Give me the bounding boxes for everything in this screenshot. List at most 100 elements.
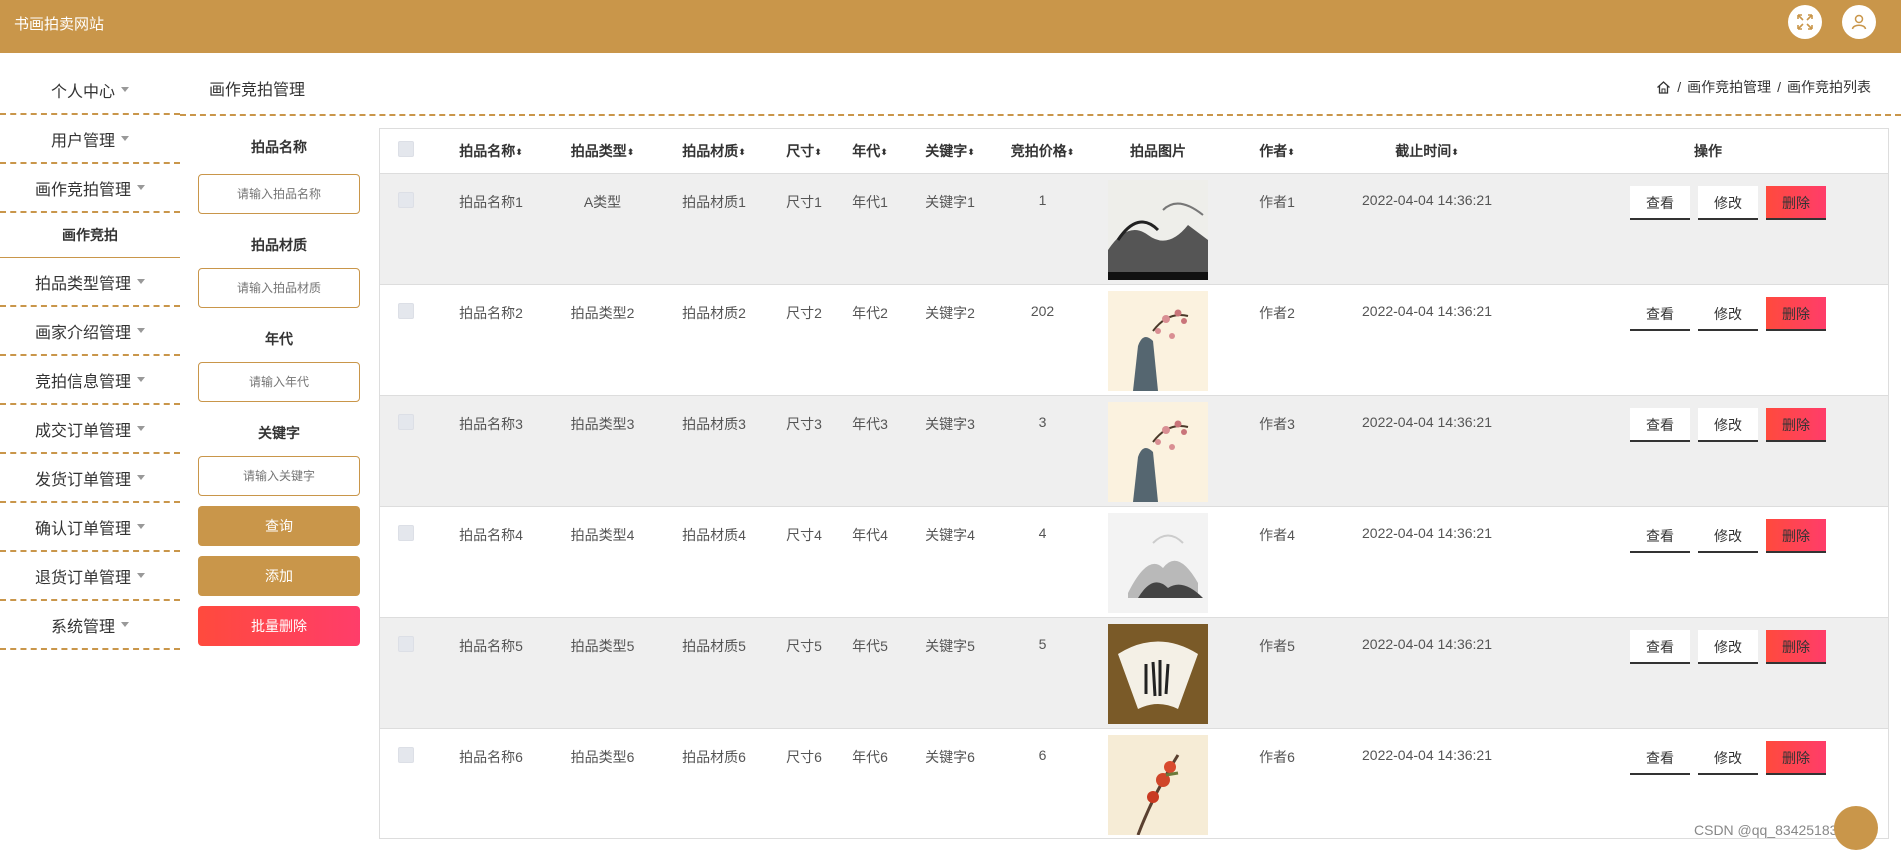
- cell-material: 拍品材质5: [682, 637, 746, 654]
- sort-icon[interactable]: ⬍: [967, 147, 975, 157]
- table-row[interactable]: 拍品名称3 拍品类型3 拍品材质3 尺寸3 年代3 关键字3 3 作者3 2022-04-04 …: [380, 395, 1888, 506]
- sort-icon[interactable]: ⬍: [1067, 147, 1075, 157]
- column-header-label: 尺寸: [786, 142, 815, 159]
- view-button[interactable]: 查看: [1630, 296, 1690, 331]
- column-header[interactable]: 拍品材质⬍: [655, 129, 773, 174]
- edit-button[interactable]: 修改: [1698, 740, 1758, 775]
- material-input[interactable]: [198, 268, 360, 308]
- sidebar-item[interactable]: 画作竞拍管理: [0, 164, 180, 213]
- sidebar-item[interactable]: 个人中心: [0, 66, 180, 115]
- sidebar-item-label: 用户管理: [50, 132, 115, 150]
- name-input[interactable]: [198, 174, 360, 214]
- cell-type: 拍品类型2: [570, 304, 635, 321]
- add-button[interactable]: 添加: [198, 556, 360, 596]
- sidebar-item[interactable]: 成交订单管理: [0, 405, 180, 454]
- column-header-label: 竞拍价格: [1010, 142, 1067, 159]
- row-checkbox[interactable]: [380, 617, 432, 728]
- column-header[interactable]: 尺寸⬍: [773, 129, 835, 174]
- select-all-checkbox[interactable]: [380, 129, 432, 174]
- painting-image[interactable]: [1090, 284, 1226, 395]
- cell-size: 尺寸2: [786, 304, 822, 321]
- user-icon[interactable]: [1842, 5, 1876, 39]
- column-header[interactable]: 年代⬍: [835, 129, 905, 174]
- sort-icon[interactable]: ⬍: [880, 147, 888, 157]
- column-header[interactable]: 作者⬍: [1226, 129, 1328, 174]
- delete-button[interactable]: 删除: [1766, 740, 1826, 775]
- view-button[interactable]: 查看: [1630, 629, 1690, 664]
- painting-image[interactable]: [1090, 617, 1226, 728]
- sort-icon[interactable]: ⬍: [1451, 147, 1459, 157]
- row-checkbox[interactable]: [380, 506, 432, 617]
- chevron-down-icon: [121, 87, 129, 92]
- painting-image[interactable]: [1090, 506, 1226, 617]
- breadcrumb-item[interactable]: 画作竞拍管理: [1687, 77, 1771, 97]
- sidebar-item[interactable]: 竞拍信息管理: [0, 356, 180, 405]
- delete-button[interactable]: 删除: [1766, 629, 1826, 664]
- sort-icon[interactable]: ⬍: [515, 147, 523, 157]
- cell-price: 6: [1038, 746, 1047, 763]
- sort-icon[interactable]: ⬍: [814, 147, 822, 157]
- painting-image[interactable]: [1090, 728, 1226, 838]
- delete-button[interactable]: 删除: [1766, 185, 1826, 220]
- view-button[interactable]: 查看: [1630, 185, 1690, 220]
- sidebar-item[interactable]: 画家介绍管理: [0, 307, 180, 356]
- column-header-label: 截止时间: [1395, 142, 1452, 159]
- table-row[interactable]: 拍品名称5 拍品类型5 拍品材质5 尺寸5 年代5 关键字5 5 作者5 2022-04-04 …: [380, 617, 1888, 728]
- cell-era: 年代5: [852, 637, 888, 654]
- column-header[interactable]: 关键字⬍: [905, 129, 995, 174]
- edit-button[interactable]: 修改: [1698, 296, 1758, 331]
- table-row[interactable]: 拍品名称4 拍品类型4 拍品材质4 尺寸4 年代4 关键字4 4 作者4 2022-04-04 …: [380, 506, 1888, 617]
- sidebar: 个人中心用户管理画作竞拍管理 画作竞拍 拍品类型管理 画家介绍管理 竞拍信息管理 成交订单…: [0, 66, 180, 650]
- view-button[interactable]: 查看: [1630, 740, 1690, 775]
- cell-deadline: 2022-04-04 14:36:21: [1362, 746, 1492, 763]
- sort-icon[interactable]: ⬍: [738, 147, 746, 157]
- sort-icon[interactable]: ⬍: [1287, 147, 1295, 157]
- sidebar-item[interactable]: 发货订单管理: [0, 454, 180, 503]
- delete-button[interactable]: 删除: [1766, 518, 1826, 553]
- cell-deadline: 2022-04-04 14:36:21: [1362, 302, 1492, 319]
- column-header[interactable]: 拍品类型⬍: [550, 129, 655, 174]
- float-action-button[interactable]: [1834, 806, 1878, 850]
- delete-button[interactable]: 删除: [1766, 296, 1826, 331]
- cell-name: 拍品名称2: [459, 304, 523, 321]
- fullscreen-icon[interactable]: [1788, 5, 1822, 39]
- cell-material: 拍品材质2: [682, 304, 746, 321]
- sort-icon[interactable]: ⬍: [627, 147, 635, 157]
- table-row[interactable]: 拍品名称2 拍品类型2 拍品材质2 尺寸2 年代2 关键字2 202 作者2 2022-04-0…: [380, 284, 1888, 395]
- column-header[interactable]: 拍品名称⬍: [432, 129, 550, 174]
- row-checkbox[interactable]: [380, 728, 432, 838]
- sidebar-item[interactable]: 退货订单管理: [0, 552, 180, 601]
- chevron-down-icon: [121, 136, 129, 141]
- query-button[interactable]: 查询: [198, 506, 360, 546]
- edit-button[interactable]: 修改: [1698, 518, 1758, 553]
- cell-era: 年代1: [852, 193, 888, 210]
- column-header[interactable]: 竞拍价格⬍: [995, 129, 1090, 174]
- painting-image[interactable]: [1090, 173, 1226, 284]
- edit-button[interactable]: 修改: [1698, 185, 1758, 220]
- sidebar-item[interactable]: 用户管理: [0, 115, 180, 164]
- row-checkbox[interactable]: [380, 395, 432, 506]
- row-checkbox[interactable]: [380, 284, 432, 395]
- cell-author: 作者3: [1259, 415, 1295, 432]
- batch-delete-button[interactable]: 批量删除: [198, 606, 360, 646]
- sidebar-subitem[interactable]: 画作竞拍: [0, 213, 180, 258]
- table-row[interactable]: 拍品名称1 A类型 拍品材质1 尺寸1 年代1 关键字1 1 作者1 2022-04-04 14…: [380, 173, 1888, 284]
- sidebar-item[interactable]: 拍品类型管理: [0, 258, 180, 307]
- edit-button[interactable]: 修改: [1698, 407, 1758, 442]
- cell-name: 拍品名称1: [459, 193, 523, 210]
- view-button[interactable]: 查看: [1630, 407, 1690, 442]
- field-label-era: 年代: [265, 331, 293, 347]
- painting-image[interactable]: [1090, 395, 1226, 506]
- view-button[interactable]: 查看: [1630, 518, 1690, 553]
- keyword-input[interactable]: [198, 456, 360, 496]
- sidebar-item[interactable]: 确认订单管理: [0, 503, 180, 552]
- row-checkbox[interactable]: [380, 173, 432, 284]
- cell-material: 拍品材质4: [682, 526, 746, 543]
- era-input[interactable]: [198, 362, 360, 402]
- column-header[interactable]: 截止时间⬍: [1328, 129, 1526, 174]
- sidebar-item[interactable]: 系统管理: [0, 601, 180, 650]
- delete-button[interactable]: 删除: [1766, 407, 1826, 442]
- table-row[interactable]: 拍品名称6 拍品类型6 拍品材质6 尺寸6 年代6 关键字6 6 作者6 2022-04-04 …: [380, 728, 1888, 838]
- home-icon[interactable]: [1656, 80, 1671, 95]
- edit-button[interactable]: 修改: [1698, 629, 1758, 664]
